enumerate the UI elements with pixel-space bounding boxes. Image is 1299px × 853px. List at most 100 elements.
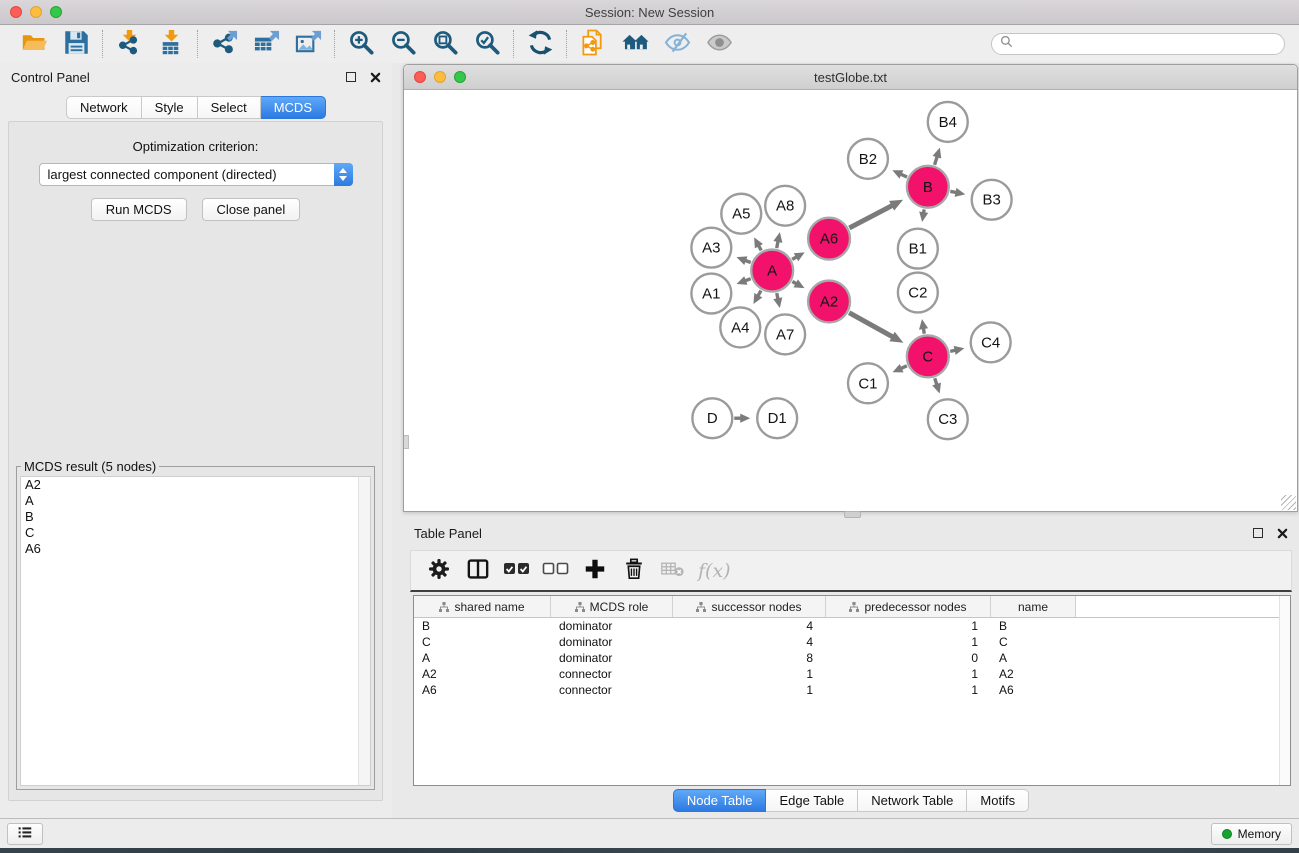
search-field[interactable] — [991, 33, 1285, 55]
graph-node-C3[interactable]: C3 — [928, 399, 968, 439]
graph-node-B2[interactable]: B2 — [848, 139, 888, 179]
zoom-fit-button[interactable] — [428, 28, 462, 60]
table-tab-motifs[interactable]: Motifs — [967, 789, 1029, 812]
table-columns-button[interactable] — [458, 552, 497, 590]
table-cell[interactable]: dominator — [551, 651, 673, 665]
network-doc-button[interactable] — [576, 28, 610, 60]
table-row[interactable]: Bdominator41B — [414, 618, 1290, 634]
table-cell[interactable]: A6 — [414, 683, 551, 697]
export-network-button[interactable] — [207, 28, 241, 60]
table-cell[interactable]: C — [991, 635, 1076, 649]
table-cell[interactable]: B — [991, 619, 1076, 633]
mcds-result-list[interactable]: A2ABCA6 — [20, 476, 371, 786]
tab-network[interactable]: Network — [66, 96, 142, 119]
import-network-button[interactable] — [112, 28, 146, 60]
graph-node-A2[interactable]: A2 — [808, 281, 850, 323]
table-cell[interactable]: 1 — [826, 635, 991, 649]
mcds-result-item[interactable]: A6 — [21, 541, 370, 557]
close-panel-button[interactable]: Close panel — [202, 198, 301, 221]
refresh-button[interactable] — [523, 28, 557, 60]
column-header-MCDS-role[interactable]: MCDS role — [551, 596, 673, 617]
zoom-out-button[interactable] — [386, 28, 420, 60]
table-cell[interactable]: 4 — [673, 635, 826, 649]
table-cell[interactable]: A — [414, 651, 551, 665]
table-tab-edge-table[interactable]: Edge Table — [766, 789, 858, 812]
table-scrollbar[interactable] — [1279, 596, 1290, 785]
graph-node-B1[interactable]: B1 — [898, 229, 938, 269]
graph-node-B4[interactable]: B4 — [928, 102, 968, 142]
graph-node-A4[interactable]: A4 — [720, 307, 760, 347]
mcds-result-item[interactable]: A2 — [21, 477, 370, 493]
run-mcds-button[interactable]: Run MCDS — [91, 198, 187, 221]
network-close-button[interactable] — [414, 71, 426, 83]
table-cell[interactable]: A — [991, 651, 1076, 665]
table-row[interactable]: Adominator80A — [414, 650, 1290, 666]
zoom-window-button[interactable] — [50, 6, 62, 18]
graph-node-A[interactable]: A — [751, 250, 793, 292]
import-table-button[interactable] — [154, 28, 188, 60]
tab-select[interactable]: Select — [198, 96, 261, 119]
graph-node-C[interactable]: C — [907, 335, 949, 377]
column-header-name[interactable]: name — [991, 596, 1076, 617]
table-cell[interactable]: connector — [551, 683, 673, 697]
column-header-successor-nodes[interactable]: successor nodes — [673, 596, 826, 617]
optimization-criterion-select[interactable]: largest connected component (directed) — [39, 163, 353, 186]
minimize-window-button[interactable] — [30, 6, 42, 18]
float-panel-icon[interactable] — [346, 72, 356, 82]
network-minimize-button[interactable] — [434, 71, 446, 83]
close-window-button[interactable] — [10, 6, 22, 18]
table-cell[interactable]: B — [414, 619, 551, 633]
graph-node-A6[interactable]: A6 — [808, 218, 850, 260]
table-cell[interactable]: 8 — [673, 651, 826, 665]
graph-node-A7[interactable]: A7 — [765, 314, 805, 354]
table-cell[interactable]: 0 — [826, 651, 991, 665]
table-cell[interactable]: 4 — [673, 619, 826, 633]
table-trash-button[interactable] — [614, 552, 653, 590]
graph-node-C4[interactable]: C4 — [971, 322, 1011, 362]
table-cell[interactable]: dominator — [551, 619, 673, 633]
table-float-panel-icon[interactable] — [1253, 528, 1263, 538]
mcds-result-item[interactable]: A — [21, 493, 370, 509]
eye-button[interactable] — [702, 28, 736, 60]
search-input[interactable] — [1018, 36, 1276, 52]
zoom-in-button[interactable] — [344, 28, 378, 60]
table-row[interactable]: A2connector11A2 — [414, 666, 1290, 682]
table-cell[interactable]: 1 — [673, 667, 826, 681]
table-cell[interactable]: A6 — [991, 683, 1076, 697]
table-gear-button[interactable] — [419, 552, 458, 590]
export-image-button[interactable] — [291, 28, 325, 60]
table-cell[interactable]: 1 — [826, 683, 991, 697]
table-tab-network-table[interactable]: Network Table — [858, 789, 967, 812]
table-row[interactable]: A6connector11A6 — [414, 682, 1290, 698]
column-header-shared-name[interactable]: shared name — [414, 596, 551, 617]
table-cell[interactable]: A2 — [414, 667, 551, 681]
table-cell[interactable]: A2 — [991, 667, 1076, 681]
column-header-predecessor-nodes[interactable]: predecessor nodes — [826, 596, 991, 617]
graph-node-C2[interactable]: C2 — [898, 273, 938, 313]
zoom-selected-button[interactable] — [470, 28, 504, 60]
home-button[interactable] — [618, 28, 652, 60]
graph-node-B[interactable]: B — [907, 166, 949, 208]
splitter-handle[interactable] — [844, 511, 861, 518]
table-cell[interactable]: 1 — [673, 683, 826, 697]
mcds-result-item[interactable]: B — [21, 509, 370, 525]
save-button[interactable] — [59, 28, 93, 60]
eye-slash-button[interactable] — [660, 28, 694, 60]
table-uncheck-pair-button[interactable] — [536, 552, 575, 590]
export-table-button[interactable] — [249, 28, 283, 60]
graph-node-C1[interactable]: C1 — [848, 363, 888, 403]
table-tab-node-table[interactable]: Node Table — [673, 789, 767, 812]
table-cell[interactable]: 1 — [826, 619, 991, 633]
graph-node-A8[interactable]: A8 — [765, 186, 805, 226]
memory-button[interactable]: Memory — [1211, 823, 1292, 845]
graph-node-A1[interactable]: A1 — [691, 274, 731, 314]
result-scrollbar[interactable] — [358, 477, 370, 785]
graph-node-D[interactable]: D — [692, 398, 732, 438]
table-plus-button[interactable] — [575, 552, 614, 590]
table-row[interactable]: Cdominator41C — [414, 634, 1290, 650]
table-close-panel-icon[interactable] — [1276, 527, 1288, 539]
table-cell[interactable]: dominator — [551, 635, 673, 649]
tab-style[interactable]: Style — [142, 96, 198, 119]
open-folder-button[interactable] — [17, 28, 51, 60]
table-cell[interactable]: C — [414, 635, 551, 649]
